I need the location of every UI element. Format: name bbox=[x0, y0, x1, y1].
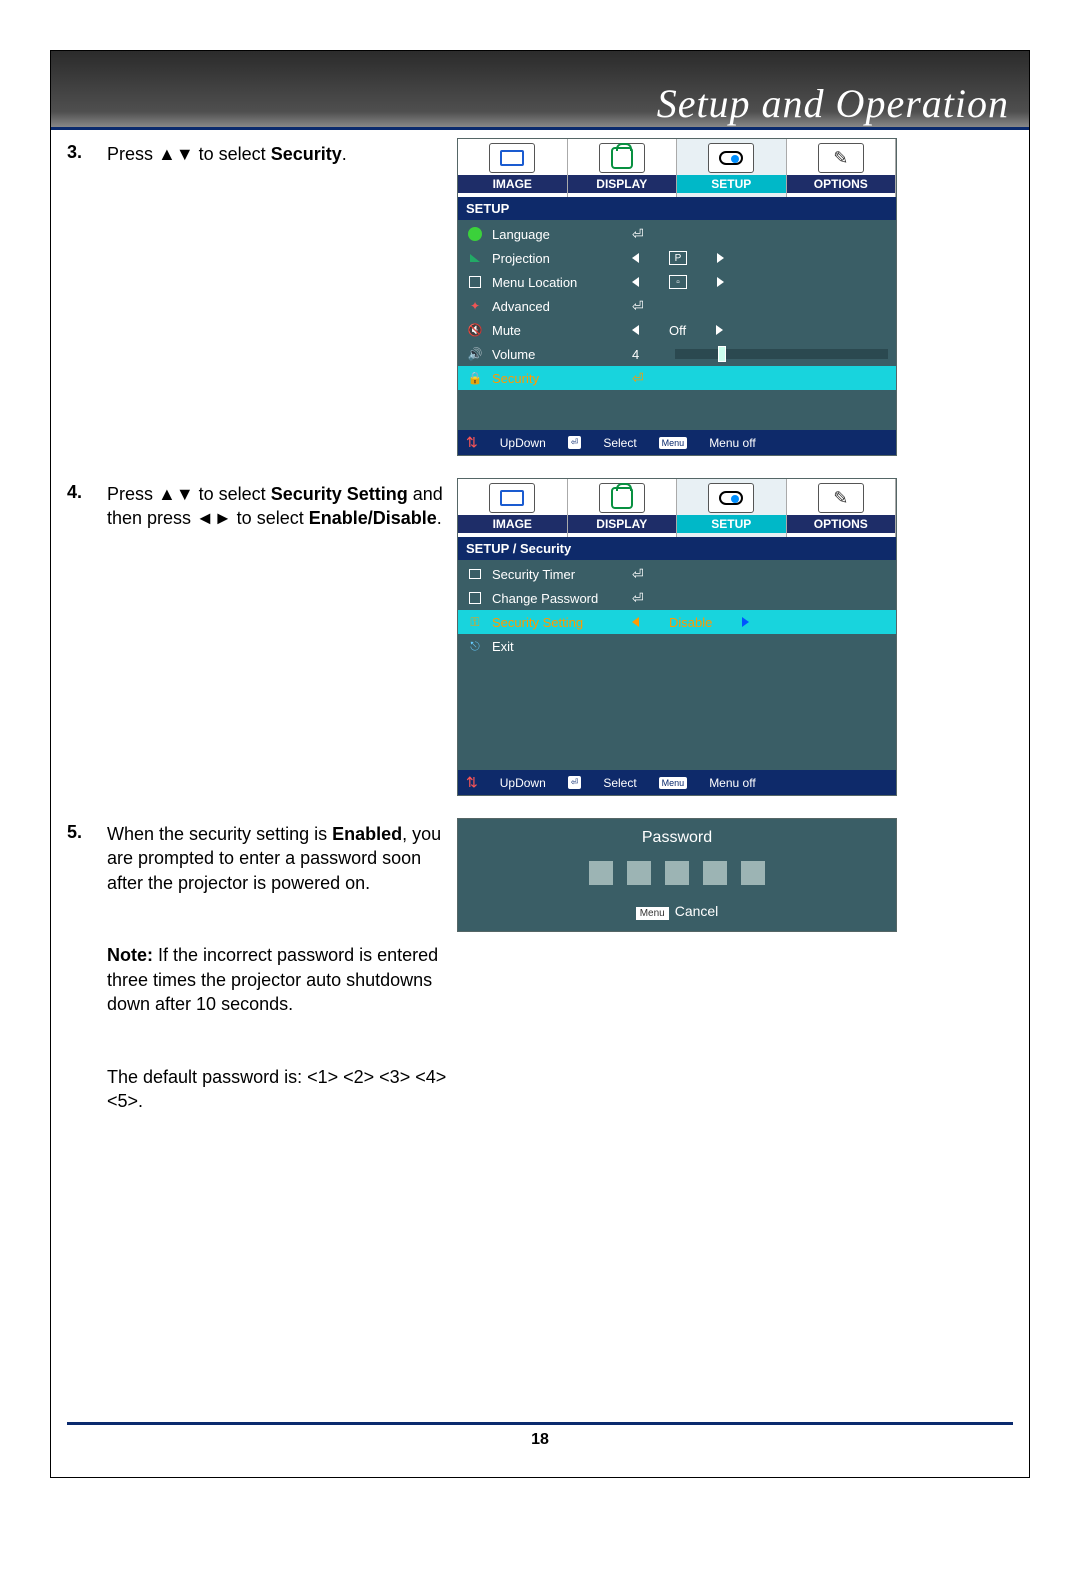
password-title: Password bbox=[458, 819, 896, 861]
options-icon: ✎ bbox=[833, 488, 848, 509]
left-arrow-icon bbox=[632, 325, 639, 335]
password-slot[interactable] bbox=[703, 861, 727, 885]
osd-menu-setup: IMAGE DISPLAY SETUP ✎OPTIONS SETUP Langu… bbox=[457, 138, 897, 456]
menu-item-security-setting[interactable]: ⚿Security SettingDisable bbox=[458, 610, 896, 634]
menu-item-exit[interactable]: ⎋Exit bbox=[458, 634, 896, 658]
tab-setup[interactable]: SETUP bbox=[677, 139, 787, 197]
updown-icon: ⇅ bbox=[466, 434, 478, 451]
setup-icon bbox=[719, 151, 743, 165]
enter-key-icon: ⏎ bbox=[568, 436, 582, 449]
password-slot[interactable] bbox=[627, 861, 651, 885]
enter-icon: ⏎ bbox=[632, 226, 644, 243]
step-4: 4. Press ▲▼ to select Security Setting a… bbox=[67, 478, 1013, 796]
right-arrow-icon bbox=[716, 325, 723, 335]
menulocation-value: ▫ bbox=[669, 275, 687, 289]
mute-icon: 🔇 bbox=[466, 322, 484, 338]
password-dialog: Password MenuCancel bbox=[457, 818, 897, 932]
tab-image[interactable]: IMAGE bbox=[458, 139, 568, 197]
page-title: Setup and Operation bbox=[657, 80, 1009, 127]
osd-tabs: IMAGE DISPLAY SETUP ✎OPTIONS bbox=[458, 139, 896, 197]
tab-display[interactable]: DISPLAY bbox=[568, 139, 678, 197]
left-arrow-icon bbox=[632, 253, 639, 263]
image-icon bbox=[500, 150, 524, 166]
enter-icon: ⏎ bbox=[632, 370, 644, 387]
step-text: Press ▲▼ to select Security. bbox=[107, 138, 457, 166]
tab-image[interactable]: IMAGE bbox=[458, 479, 568, 537]
enter-icon: ⏎ bbox=[632, 590, 644, 607]
menu-item-mute[interactable]: 🔇MuteOff bbox=[458, 318, 896, 342]
display-icon bbox=[611, 487, 633, 509]
setup-icon bbox=[719, 491, 743, 505]
osd-footer: ⇅UpDown ⏎Select MenuMenu off bbox=[458, 430, 896, 455]
page-number: 18 bbox=[51, 1431, 1029, 1449]
menu-item-volume[interactable]: 🔊Volume4 bbox=[458, 342, 896, 366]
step-number: 5. bbox=[67, 818, 107, 843]
osd-menu-security: IMAGE DISPLAY SETUP ✎OPTIONS SETUP / Sec… bbox=[457, 478, 897, 796]
step-3: 3. Press ▲▼ to select Security. IMAGE DI… bbox=[67, 138, 1013, 456]
menu-item-language[interactable]: Language⏎ bbox=[458, 222, 896, 246]
volume-icon: 🔊 bbox=[466, 346, 484, 362]
password-icon bbox=[469, 592, 481, 604]
right-arrow-icon bbox=[717, 277, 724, 287]
header-rule bbox=[51, 127, 1029, 130]
osd-footer: ⇅UpDown ⏎Select MenuMenu off bbox=[458, 770, 896, 795]
left-arrow-icon bbox=[632, 617, 639, 627]
exit-icon: ⎋ bbox=[466, 638, 484, 654]
tab-options[interactable]: ✎OPTIONS bbox=[787, 139, 897, 197]
volume-slider[interactable] bbox=[675, 349, 888, 359]
menu-item-menulocation[interactable]: Menu Location▫ bbox=[458, 270, 896, 294]
projection-icon bbox=[470, 254, 480, 262]
menu-item-security[interactable]: 🔒Security⏎ bbox=[458, 366, 896, 390]
enter-icon: ⏎ bbox=[632, 298, 644, 315]
enter-key-icon: ⏎ bbox=[568, 776, 582, 789]
step-text: Press ▲▼ to select Security Setting and … bbox=[107, 478, 457, 531]
step-5: 5. When the security setting is Enabled,… bbox=[67, 818, 1013, 1114]
left-arrow-icon bbox=[632, 277, 639, 287]
footer-rule bbox=[67, 1422, 1013, 1425]
menu-item-security-timer[interactable]: Security Timer⏎ bbox=[458, 562, 896, 586]
header-band: Setup and Operation bbox=[51, 51, 1029, 127]
key-icon: ⚿ bbox=[466, 614, 484, 630]
menu-item-change-password[interactable]: Change Password⏎ bbox=[458, 586, 896, 610]
menu-item-projection[interactable]: ProjectionP bbox=[458, 246, 896, 270]
enter-icon: ⏎ bbox=[632, 566, 644, 583]
password-slots bbox=[458, 861, 896, 885]
timer-icon bbox=[469, 569, 481, 579]
lock-icon: 🔒 bbox=[466, 370, 484, 386]
tab-options[interactable]: ✎OPTIONS bbox=[787, 479, 897, 537]
footer: 18 bbox=[51, 1422, 1029, 1449]
password-slot[interactable] bbox=[665, 861, 689, 885]
menulocation-icon bbox=[469, 276, 481, 288]
menu-key-icon: Menu bbox=[636, 907, 669, 920]
password-slot[interactable] bbox=[741, 861, 765, 885]
osd-heading: SETUP / Security bbox=[458, 537, 896, 560]
step-number: 4. bbox=[67, 478, 107, 503]
menu-key-icon: Menu bbox=[659, 777, 688, 789]
step-number: 3. bbox=[67, 138, 107, 163]
right-arrow-icon bbox=[717, 253, 724, 263]
tab-display[interactable]: DISPLAY bbox=[568, 479, 678, 537]
advanced-icon: ✦ bbox=[466, 298, 484, 314]
display-icon bbox=[611, 147, 633, 169]
menu-item-advanced[interactable]: ✦Advanced⏎ bbox=[458, 294, 896, 318]
menu-key-icon: Menu bbox=[659, 437, 688, 449]
password-slot[interactable] bbox=[589, 861, 613, 885]
image-icon bbox=[500, 490, 524, 506]
osd-tabs: IMAGE DISPLAY SETUP ✎OPTIONS bbox=[458, 479, 896, 537]
tab-setup[interactable]: SETUP bbox=[677, 479, 787, 537]
step-text: When the security setting is Enabled, yo… bbox=[107, 818, 457, 1114]
osd-heading: SETUP bbox=[458, 197, 896, 220]
password-cancel[interactable]: MenuCancel bbox=[458, 903, 896, 919]
projection-value: P bbox=[669, 251, 687, 265]
updown-icon: ⇅ bbox=[466, 774, 478, 791]
right-arrow-icon bbox=[742, 617, 749, 627]
globe-icon bbox=[468, 227, 482, 241]
options-icon: ✎ bbox=[833, 148, 848, 169]
